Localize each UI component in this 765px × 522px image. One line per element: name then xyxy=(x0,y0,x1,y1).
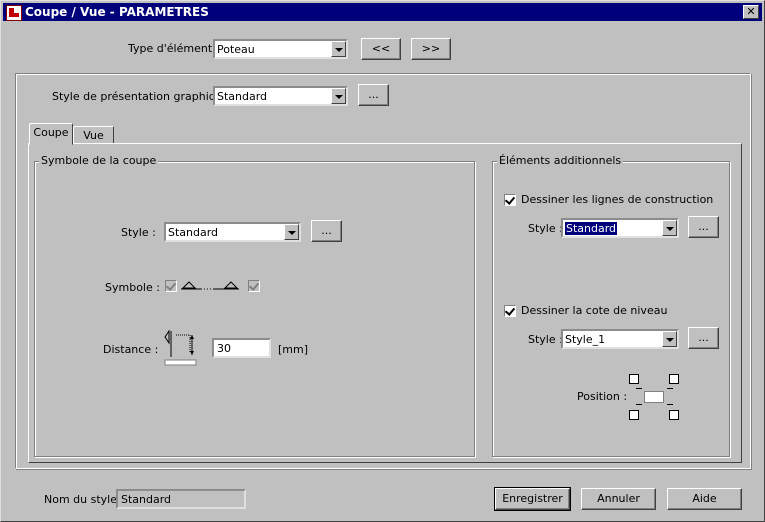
symbol-right-checkbox[interactable] xyxy=(248,280,260,292)
distance-value: 30 xyxy=(217,342,231,355)
position-selector xyxy=(627,373,683,421)
additional-elements-group-title: Éléments additionnels xyxy=(497,154,624,167)
construction-style-label: Style : xyxy=(528,222,563,235)
dialog-window: Coupe / Vue - PARAMETRES ✕ Type d'élémen… xyxy=(0,0,765,522)
distance-label: Distance : xyxy=(103,343,159,356)
position-center-box xyxy=(644,391,664,403)
element-type-label: Type d'élément : xyxy=(128,42,220,55)
window-title: Coupe / Vue - PARAMETRES xyxy=(25,5,209,19)
construction-lines-label[interactable]: Dessiner les lignes de construction xyxy=(521,193,713,206)
distance-input[interactable]: 30 xyxy=(212,338,271,358)
position-bottom-right[interactable] xyxy=(669,410,679,420)
save-button[interactable]: Enregistrer xyxy=(494,487,571,511)
position-tick xyxy=(667,404,673,405)
coupe-style-value: Standard xyxy=(168,226,219,239)
construction-style-value: Standard xyxy=(565,222,618,235)
section-symbol-group-title: Symbole de la coupe xyxy=(39,154,159,167)
tab-coupe[interactable]: Coupe xyxy=(29,123,73,145)
position-tick xyxy=(636,404,642,405)
chevron-down-icon[interactable] xyxy=(331,41,346,57)
position-top-right[interactable] xyxy=(669,374,679,384)
level-dimension-checkbox[interactable] xyxy=(504,305,516,317)
distance-diagram-icon xyxy=(164,329,197,366)
chevron-down-icon[interactable] xyxy=(662,331,677,347)
chevron-down-icon[interactable] xyxy=(662,220,677,236)
element-type-value: Poteau xyxy=(217,43,255,56)
construction-lines-checkbox[interactable] xyxy=(504,194,516,206)
cancel-button[interactable]: Annuler xyxy=(581,488,656,510)
coupe-style-label: Style : xyxy=(121,226,156,239)
coupe-style-select[interactable]: Standard xyxy=(164,222,301,242)
title-bar: Coupe / Vue - PARAMETRES ✕ xyxy=(3,3,762,21)
presentation-style-label: Style de présentation graphique : xyxy=(52,90,237,103)
level-style-browse-button[interactable]: ... xyxy=(688,327,719,349)
level-dimension-label[interactable]: Dessiner la cote de niveau xyxy=(521,304,667,317)
presentation-style-value: Standard xyxy=(217,90,268,103)
level-style-label: Style : xyxy=(528,333,563,346)
help-button[interactable]: Aide xyxy=(667,488,742,510)
next-button[interactable]: >> xyxy=(411,38,451,60)
previous-button[interactable]: << xyxy=(361,38,401,60)
presentation-style-browse-button[interactable]: ... xyxy=(358,84,389,106)
level-style-select[interactable]: Style_1 xyxy=(561,329,679,349)
style-name-field: Standard xyxy=(116,489,246,509)
style-name-value: Standard xyxy=(121,493,172,506)
position-label: Position : xyxy=(577,390,628,403)
symbol-left-checkbox[interactable] xyxy=(165,280,177,292)
position-tick xyxy=(667,388,673,389)
position-tick xyxy=(636,388,642,389)
app-icon xyxy=(6,5,22,21)
construction-style-browse-button[interactable]: ... xyxy=(688,216,719,238)
construction-style-select[interactable]: Standard xyxy=(561,218,679,238)
position-top-left[interactable] xyxy=(629,374,639,384)
presentation-style-select[interactable]: Standard xyxy=(213,86,348,106)
style-name-label: Nom du style : xyxy=(44,493,125,506)
section-symbol-group: Symbole de la coupe xyxy=(34,154,475,457)
close-button[interactable]: ✕ xyxy=(743,5,759,19)
symbol-label: Symbole : xyxy=(105,281,160,294)
element-type-select[interactable]: Poteau xyxy=(213,39,348,59)
chevron-down-icon[interactable] xyxy=(331,88,346,104)
position-bottom-left[interactable] xyxy=(629,410,639,420)
chevron-down-icon[interactable] xyxy=(284,224,299,240)
level-style-value: Style_1 xyxy=(565,333,606,346)
distance-unit: [mm] xyxy=(278,343,309,356)
coupe-style-browse-button[interactable]: ... xyxy=(311,220,342,242)
